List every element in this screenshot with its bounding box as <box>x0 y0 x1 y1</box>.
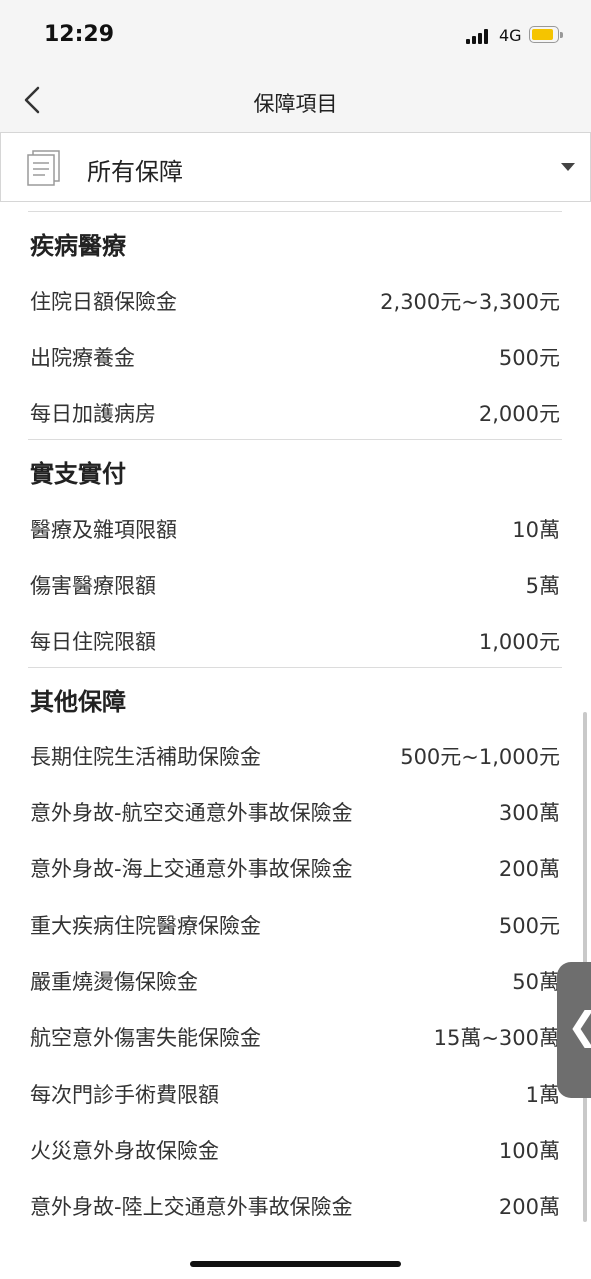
filter-label: 所有保障 <box>87 158 183 186</box>
coverage-item-name: 住院日額保險金 <box>30 290 177 314</box>
document-icon <box>25 147 65 187</box>
signal-icon <box>466 28 492 44</box>
coverage-filter-dropdown[interactable]: 所有保障 <box>0 132 591 202</box>
coverage-item-value: 200萬 <box>498 857 560 881</box>
coverage-item-name: 醫療及雜項限額 <box>30 518 177 542</box>
coverage-item-name: 火災意外身故保險金 <box>30 1139 219 1163</box>
coverage-item-name: 每日住院限額 <box>30 630 156 654</box>
coverage-item-name: 意外身故-航空交通意外事故保險金 <box>30 801 353 825</box>
coverage-list: 疾病醫療 住院日額保險金 2,300元~3,300元 出院療養金 500元 每日… <box>0 202 591 1279</box>
coverage-item-value: 1萬 <box>525 1083 560 1107</box>
coverage-item-name: 傷害醫療限額 <box>30 574 156 598</box>
coverage-item-value: 2,300元~3,300元 <box>380 290 560 314</box>
page-title: 保障項目 <box>253 92 338 116</box>
coverage-item-value: 300萬 <box>498 801 560 825</box>
divider <box>28 439 562 440</box>
coverage-item-value: 5萬 <box>525 574 560 598</box>
status-bar: 12:29 4G <box>0 0 591 70</box>
section-title: 疾病醫療 <box>30 232 126 260</box>
status-time: 12:29 <box>44 22 115 47</box>
section-title: 其他保障 <box>30 688 126 716</box>
coverage-item-value: 100萬 <box>498 1139 560 1163</box>
coverage-item-name: 重大疾病住院醫療保險金 <box>30 914 261 938</box>
home-indicator[interactable] <box>190 1261 401 1267</box>
coverage-item-value: 2,000元 <box>478 402 560 426</box>
side-panel-handle[interactable]: ❮ <box>557 962 591 1098</box>
coverage-item-name: 航空意外傷害失能保險金 <box>30 1026 261 1050</box>
coverage-item-value: 50萬 <box>512 970 560 994</box>
coverage-item-name: 每日加護病房 <box>30 402 156 426</box>
coverage-item-name: 嚴重燒燙傷保險金 <box>30 970 198 994</box>
battery-icon <box>529 26 563 43</box>
network-type: 4G <box>499 26 522 45</box>
section-title: 實支實付 <box>30 460 126 488</box>
coverage-item-name: 意外身故-海上交通意外事故保險金 <box>30 857 353 881</box>
coverage-item-name: 每次門診手術費限額 <box>30 1083 219 1107</box>
coverage-item-value: 500元~1,000元 <box>400 745 560 769</box>
coverage-item-value: 15萬~300萬 <box>433 1026 560 1050</box>
coverage-item-value: 1,000元 <box>478 630 560 654</box>
coverage-item-name: 長期住院生活補助保險金 <box>30 745 261 769</box>
coverage-item-name: 出院療養金 <box>30 346 135 370</box>
coverage-item-value: 200萬 <box>498 1195 560 1219</box>
caret-down-icon <box>561 163 575 171</box>
divider <box>28 667 562 668</box>
coverage-item-value: 500元 <box>498 914 560 938</box>
divider <box>28 211 562 212</box>
coverage-item-value: 10萬 <box>512 518 560 542</box>
coverage-item-value: 500元 <box>498 346 560 370</box>
chevron-left-icon: ❮ <box>567 1006 591 1046</box>
nav-bar: 保障項目 <box>0 70 591 132</box>
coverage-item-name: 意外身故-陸上交通意外事故保險金 <box>30 1195 353 1219</box>
